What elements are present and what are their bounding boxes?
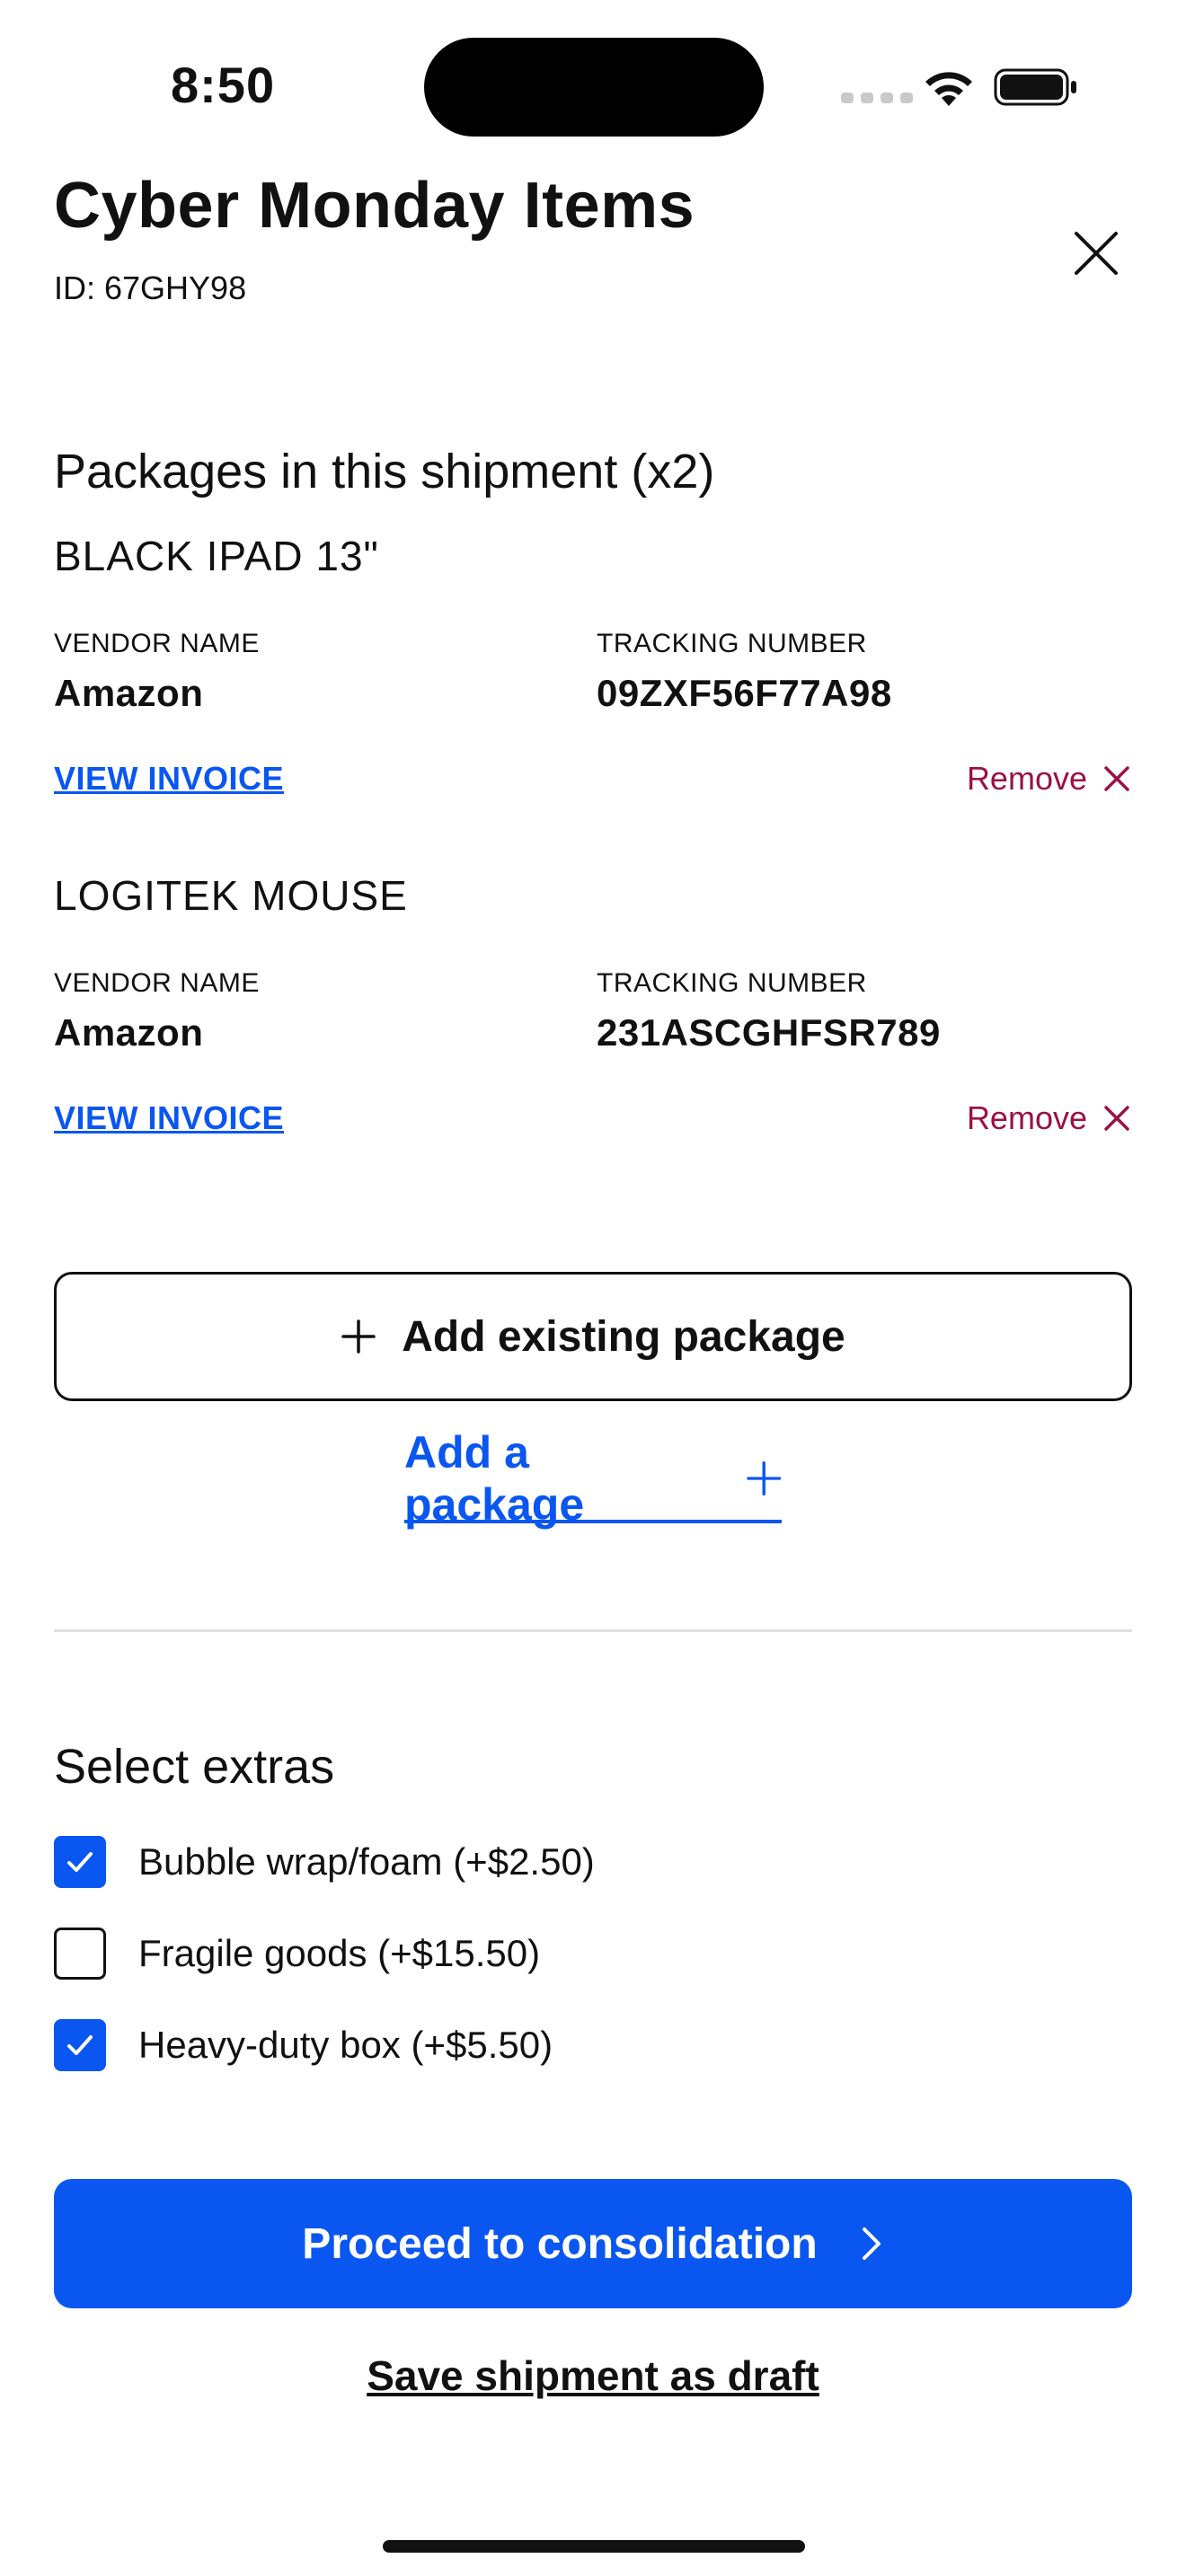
shipment-id: ID: 67GHY98 — [54, 269, 247, 306]
plus-icon — [746, 1460, 781, 1496]
extras-section-title: Select extras — [54, 1740, 335, 1794]
close-icon — [1104, 766, 1129, 791]
extra-option-fragile[interactable]: Fragile goods (+$15.50) — [54, 1928, 540, 1980]
checkbox-checked[interactable] — [54, 1836, 106, 1888]
chevron-right-icon — [862, 2228, 881, 2260]
vendor-name-label: VENDOR NAME — [54, 968, 260, 998]
tracking-number-value: 09ZXF56F77A98 — [597, 672, 892, 714]
extra-option-label: Bubble wrap/foam (+$2.50) — [138, 1840, 595, 1883]
status-time: 8:50 — [171, 57, 276, 113]
add-package-link[interactable]: Add a package — [404, 1427, 782, 1530]
vendor-name-value: Amazon — [54, 672, 204, 714]
extra-option-heavy-duty-box[interactable]: Heavy-duty box (+$5.50) — [54, 2019, 553, 2071]
tracking-number-label: TRACKING NUMBER — [597, 629, 867, 658]
checkmark-icon — [67, 2035, 93, 2055]
remove-package-button[interactable]: Remove — [967, 760, 1130, 798]
remove-label: Remove — [966, 760, 1087, 797]
dynamic-island — [424, 38, 764, 137]
checkbox-unchecked[interactable] — [54, 1928, 106, 1980]
extra-option-label: Heavy-duty box (+$5.50) — [138, 2024, 553, 2066]
home-indicator — [383, 2540, 805, 2553]
package-name: LOGITEK MOUSE — [54, 872, 408, 919]
add-existing-package-button[interactable]: Add existing package — [54, 1272, 1132, 1401]
checkmark-icon — [67, 1852, 93, 1872]
package-name: BLACK IPAD 13" — [54, 533, 379, 579]
proceed-to-consolidation-button[interactable]: Proceed to consolidation — [54, 2179, 1132, 2308]
close-icon — [1104, 1106, 1129, 1131]
tracking-number-label: TRACKING NUMBER — [597, 968, 867, 998]
extra-option-bubble-wrap[interactable]: Bubble wrap/foam (+$2.50) — [54, 1836, 595, 1888]
page-title: Cyber Monday Items — [54, 170, 695, 242]
checkbox-checked[interactable] — [54, 2019, 106, 2071]
tracking-number-value: 231ASCGHFSR789 — [597, 1011, 941, 1054]
add-package-label: Add a package — [404, 1427, 585, 1530]
view-invoice-link[interactable]: VIEW INVOICE — [54, 1099, 284, 1137]
add-existing-package-label: Add existing package — [402, 1312, 845, 1361]
plus-icon — [341, 1319, 376, 1354]
close-icon[interactable] — [1069, 226, 1123, 280]
remove-label: Remove — [966, 1099, 1087, 1136]
vendor-name-label: VENDOR NAME — [54, 629, 260, 658]
packages-section-title: Packages in this shipment (x2) — [54, 445, 715, 498]
cellular-signal-icon — [841, 93, 913, 103]
remove-package-button[interactable]: Remove — [967, 1099, 1130, 1137]
view-invoice-link[interactable]: VIEW INVOICE — [54, 760, 284, 798]
section-divider — [54, 1629, 1132, 1632]
save-draft-link[interactable]: Save shipment as draft — [0, 2351, 1186, 2400]
proceed-label: Proceed to consolidation — [302, 2219, 818, 2268]
battery-icon — [994, 68, 1076, 106]
wifi-icon — [925, 72, 972, 106]
vendor-name-value: Amazon — [54, 1011, 204, 1054]
extra-option-label: Fragile goods (+$15.50) — [138, 1932, 541, 1974]
